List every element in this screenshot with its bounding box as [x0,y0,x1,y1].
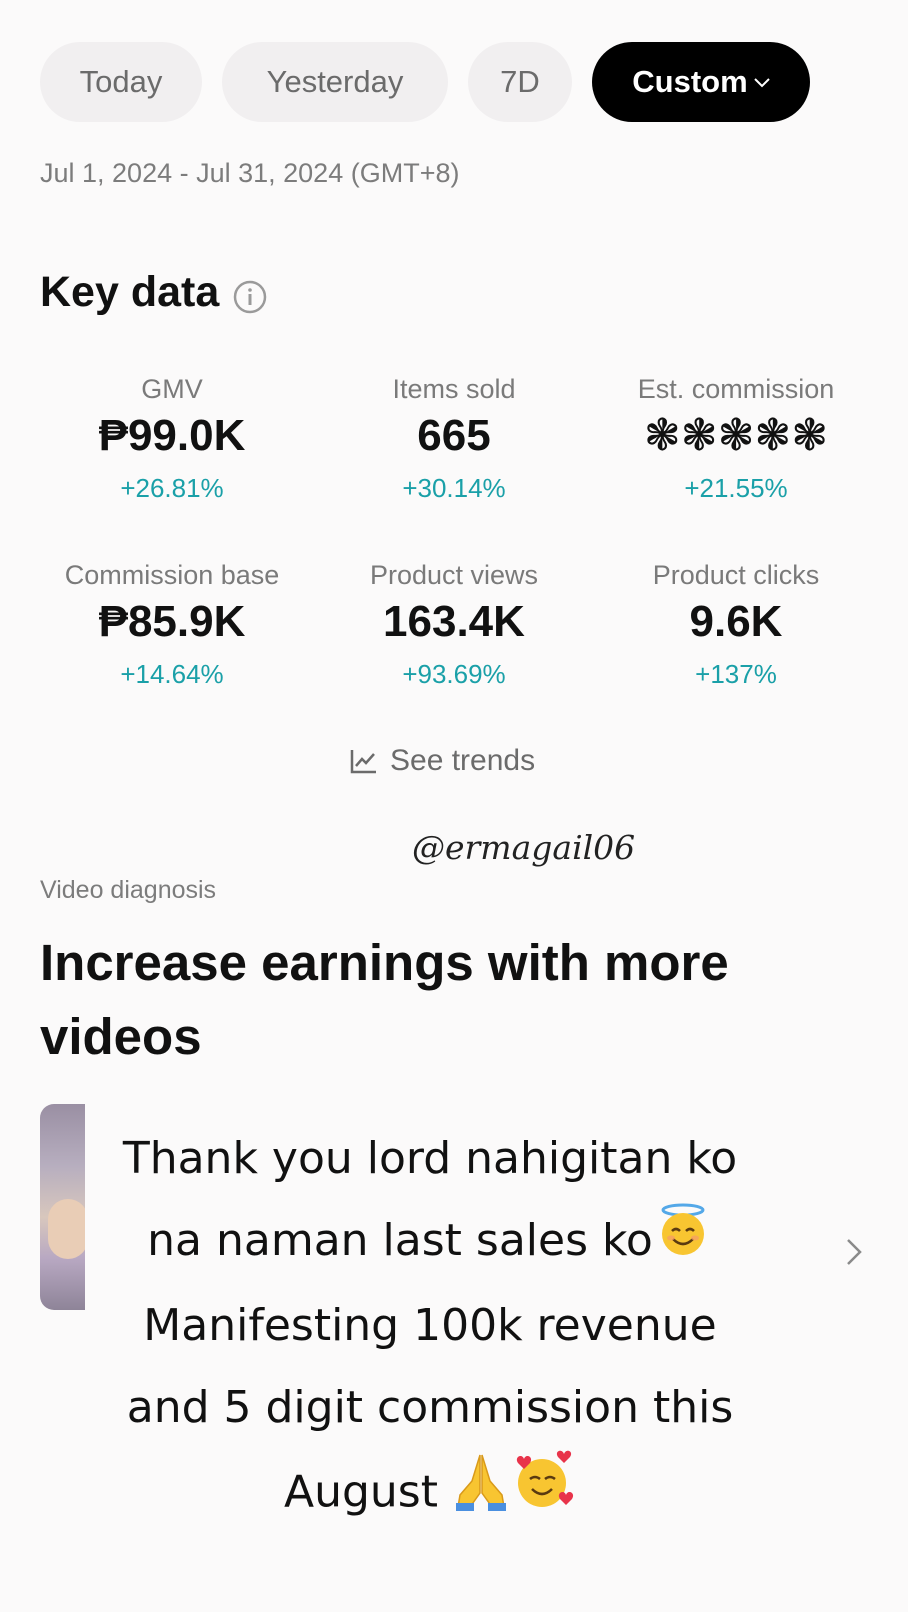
caption-line-5: August [284,1466,438,1517]
tab-yesterday[interactable]: Yesterday [222,42,448,122]
metric-value: 163.4K [383,597,525,646]
metric-delta: +137% [695,659,777,690]
metric-label: Est. commission [637,374,835,404]
smiling-hearts-emoji-icon [510,1449,576,1540]
tab-custom[interactable]: Custom [592,42,810,122]
see-trends-label: See trends [390,744,536,777]
overlay-caption: Thank you lord nahigitan ko na naman las… [70,1118,790,1540]
see-trends-link[interactable]: See trends [350,744,535,778]
creator-watermark: @ermagail06 [412,828,636,867]
caption-line-5-wrap: August [70,1449,790,1540]
metric-product-clicks[interactable]: Product clicks 9.6K +137% [596,560,876,690]
metric-delta: +30.14% [402,473,506,504]
tab-7d[interactable]: 7D [468,42,572,122]
metric-label: GMV [141,374,203,404]
metric-product-views[interactable]: Product views 163.4K +93.69% [314,560,594,690]
metric-label: Commission base [64,560,280,590]
video-diagnosis-headline: Increase earnings with more videos [40,934,729,1065]
folded-hands-emoji-icon [452,1451,510,1538]
metric-delta: +93.69% [402,659,506,690]
caption-line-3: Manifesting 100k revenue [143,1299,717,1351]
key-data-heading: Key data [40,268,267,317]
metric-gmv[interactable]: GMV ₱99.0K +26.81% [32,374,312,504]
caption-line-2-wrap: na naman last sales ko [70,1200,790,1285]
metric-value: ₱85.9K [98,597,246,646]
metric-value: ₱99.0K [98,411,246,460]
caption-line-4: and 5 digit commission this [126,1381,734,1433]
screen: Today Yesterday 7D Custom Jul 1, 2024 - … [0,0,908,1612]
metric-label: Product clicks [652,560,820,590]
chevron-down-icon [753,71,770,94]
metric-value-hidden: ❃❃❃❃❃ [643,411,829,460]
metric-delta: +14.64% [120,659,224,690]
tab-custom-label: Custom [632,64,748,99]
metric-est-commission[interactable]: Est. commission ❃❃❃❃❃ +21.55% [596,374,876,504]
smiling-halo-emoji-icon [653,1202,713,1285]
info-icon[interactable] [233,276,267,313]
metric-delta: +21.55% [684,473,788,504]
date-tabs: Today Yesterday 7D Custom [40,42,810,122]
chevron-right-icon[interactable] [842,1232,866,1272]
metric-delta: +26.81% [120,473,224,504]
key-data-title: Key data [40,268,220,316]
metric-value: 665 [417,411,491,460]
metric-label: Product views [369,560,539,590]
metric-commission-base[interactable]: Commission base ₱85.9K +14.64% [32,560,312,690]
date-range-text: Jul 1, 2024 - Jul 31, 2024 (GMT+8) [40,158,460,188]
caption-line-1: Thank you lord nahigitan ko [122,1133,738,1184]
video-diagnosis-label: Video diagnosis [40,876,217,904]
caption-line-2: na naman last sales ko [147,1215,653,1266]
metric-label: Items sold [392,374,516,404]
tab-today[interactable]: Today [40,42,202,122]
metric-items-sold[interactable]: Items sold 665 +30.14% [314,374,594,504]
metric-value: 9.6K [689,597,783,646]
trend-chart-icon [350,750,376,774]
